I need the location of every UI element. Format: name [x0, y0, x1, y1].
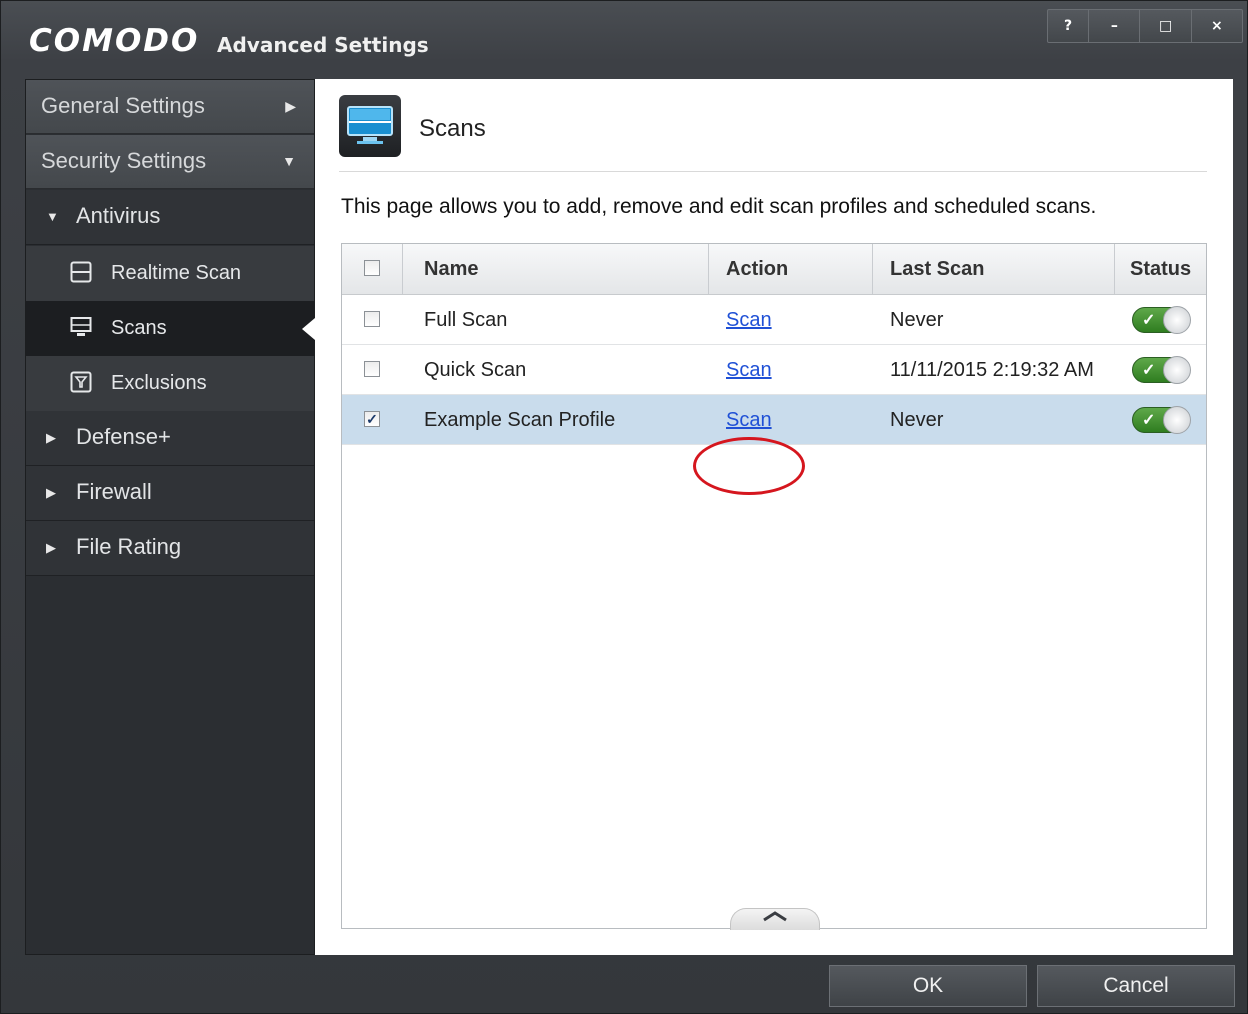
page-description: This page allows you to add, remove and … — [341, 195, 1097, 218]
ok-button[interactable]: OK — [829, 965, 1027, 1007]
sidebar-item-security-settings[interactable]: Security Settings ▼ — [26, 135, 314, 189]
general-settings-label: General Settings — [41, 93, 205, 118]
row-last-scan: Never — [890, 409, 944, 431]
scan-link[interactable]: Scan — [726, 295, 772, 345]
highlight-annotation-circle — [693, 437, 805, 495]
table-row-selected[interactable]: ✓ Example Scan Profile Scan Never ✓ — [342, 395, 1206, 445]
toggle-knob — [1163, 406, 1191, 434]
scan-link[interactable]: Scan — [726, 345, 772, 395]
sidebar-item-antivirus[interactable]: ▼ Antivirus — [26, 190, 314, 245]
collapse-tab[interactable] — [730, 908, 820, 930]
column-divider — [872, 244, 873, 294]
window-title: Advanced Settings — [217, 33, 429, 57]
monitor-icon — [70, 317, 92, 336]
exclusions-label: Exclusions — [111, 372, 207, 394]
file-rating-label: File Rating — [76, 534, 182, 559]
defense-label: Defense+ — [76, 424, 171, 449]
firewall-label: Firewall — [76, 479, 152, 504]
sidebar-item-firewall[interactable]: ▶ Firewall — [26, 466, 314, 521]
sidebar-item-exclusions[interactable]: Exclusions — [26, 356, 314, 411]
chevron-right-icon: ▶ — [46, 540, 56, 555]
column-header-action[interactable]: Action — [726, 244, 788, 294]
scans-monitor-icon — [339, 95, 401, 157]
toggle-knob — [1163, 306, 1191, 334]
sidebar-item-general-settings[interactable]: General Settings ▶ — [26, 80, 314, 134]
row-name: Example Scan Profile — [424, 409, 616, 431]
realtime-scan-label: Realtime Scan — [111, 262, 242, 284]
status-toggle[interactable]: ✓ — [1132, 306, 1191, 334]
divider — [339, 171, 1207, 172]
status-toggle[interactable]: ✓ — [1132, 356, 1191, 384]
close-button[interactable]: × — [1190, 10, 1242, 42]
toggle-knob — [1163, 356, 1191, 384]
row-last-scan: 11/11/2015 2:19:32 AM — [890, 359, 1094, 381]
maximize-button[interactable]: □ — [1139, 10, 1190, 42]
row-checkbox[interactable] — [364, 311, 380, 327]
column-divider — [402, 244, 403, 294]
row-name: Full Scan — [424, 309, 508, 331]
chevron-right-icon: ▶ — [285, 98, 296, 114]
realtime-scan-icon — [70, 261, 92, 283]
select-all-checkbox[interactable] — [364, 260, 380, 276]
scans-label: Scans — [111, 317, 167, 339]
column-header-status[interactable]: Status — [1130, 244, 1191, 294]
sidebar: General Settings ▶ Security Settings ▼ ▼… — [25, 79, 315, 955]
sidebar-item-realtime-scan[interactable]: Realtime Scan — [26, 246, 314, 301]
page-title: Scans — [419, 115, 486, 142]
active-indicator — [302, 318, 315, 340]
scan-profiles-table: Name Action Last Scan Status Full Scan S… — [341, 243, 1207, 930]
sidebar-item-defense[interactable]: ▶ Defense+ — [26, 411, 314, 466]
column-header-name[interactable]: Name — [424, 244, 478, 294]
table-row[interactable]: Full Scan Scan Never ✓ — [342, 295, 1206, 345]
chevron-down-icon: ▼ — [282, 153, 296, 169]
row-checkbox-checked[interactable]: ✓ — [364, 411, 380, 427]
main-panel: Scans This page allows you to add, remov… — [315, 79, 1233, 955]
antivirus-label: Antivirus — [76, 203, 161, 228]
check-icon: ✓ — [1142, 312, 1156, 329]
row-last-scan: Never — [890, 309, 944, 331]
filter-icon — [70, 371, 92, 393]
check-icon: ✓ — [1142, 412, 1156, 429]
column-divider — [1114, 244, 1115, 294]
chevron-right-icon: ▶ — [46, 485, 56, 500]
sidebar-item-scans[interactable]: Scans — [26, 301, 315, 356]
row-checkbox[interactable] — [364, 361, 380, 377]
security-settings-label: Security Settings — [41, 148, 207, 173]
minimize-button[interactable]: – — [1088, 10, 1139, 42]
status-toggle[interactable]: ✓ — [1132, 406, 1191, 434]
column-header-last-scan[interactable]: Last Scan — [890, 244, 984, 294]
window-controls: ? – □ × — [1047, 9, 1243, 43]
advanced-settings-window: COMODO Advanced Settings ? – □ × General… — [0, 0, 1248, 1014]
row-name: Quick Scan — [424, 359, 527, 381]
help-button[interactable]: ? — [1048, 10, 1088, 42]
sidebar-item-file-rating[interactable]: ▶ File Rating — [26, 521, 314, 576]
check-icon: ✓ — [1142, 362, 1156, 379]
table-header: Name Action Last Scan Status — [342, 244, 1206, 295]
chevron-right-icon: ▶ — [46, 430, 56, 445]
column-divider — [708, 244, 709, 294]
chevron-down-icon: ▼ — [46, 209, 59, 224]
title-bar[interactable]: COMODO Advanced Settings ? – □ × — [1, 1, 1248, 73]
chevron-up-icon — [763, 911, 787, 922]
cancel-button[interactable]: Cancel — [1037, 965, 1235, 1007]
table-row[interactable]: Quick Scan Scan 11/11/2015 2:19:32 AM ✓ — [342, 345, 1206, 395]
comodo-logo: COMODO — [29, 23, 200, 59]
